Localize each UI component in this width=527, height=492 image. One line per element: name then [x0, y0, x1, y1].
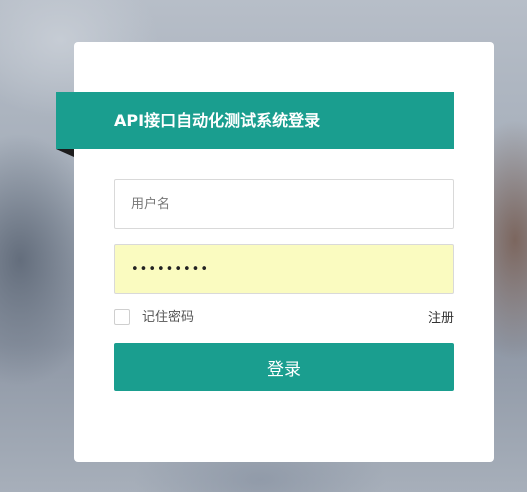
remember-password-label: 记住密码	[142, 310, 195, 325]
login-title-banner: API接口自动化测试系统登录	[56, 92, 454, 149]
login-button[interactable]: 登录	[114, 343, 454, 391]
banner-fold-decoration	[56, 149, 74, 157]
username-input[interactable]	[114, 179, 454, 229]
remember-password-checkbox[interactable]	[114, 309, 130, 325]
register-link[interactable]: 注册	[428, 311, 454, 327]
password-input[interactable]	[114, 244, 454, 294]
login-title: API接口自动化测试系统登录	[114, 111, 321, 130]
